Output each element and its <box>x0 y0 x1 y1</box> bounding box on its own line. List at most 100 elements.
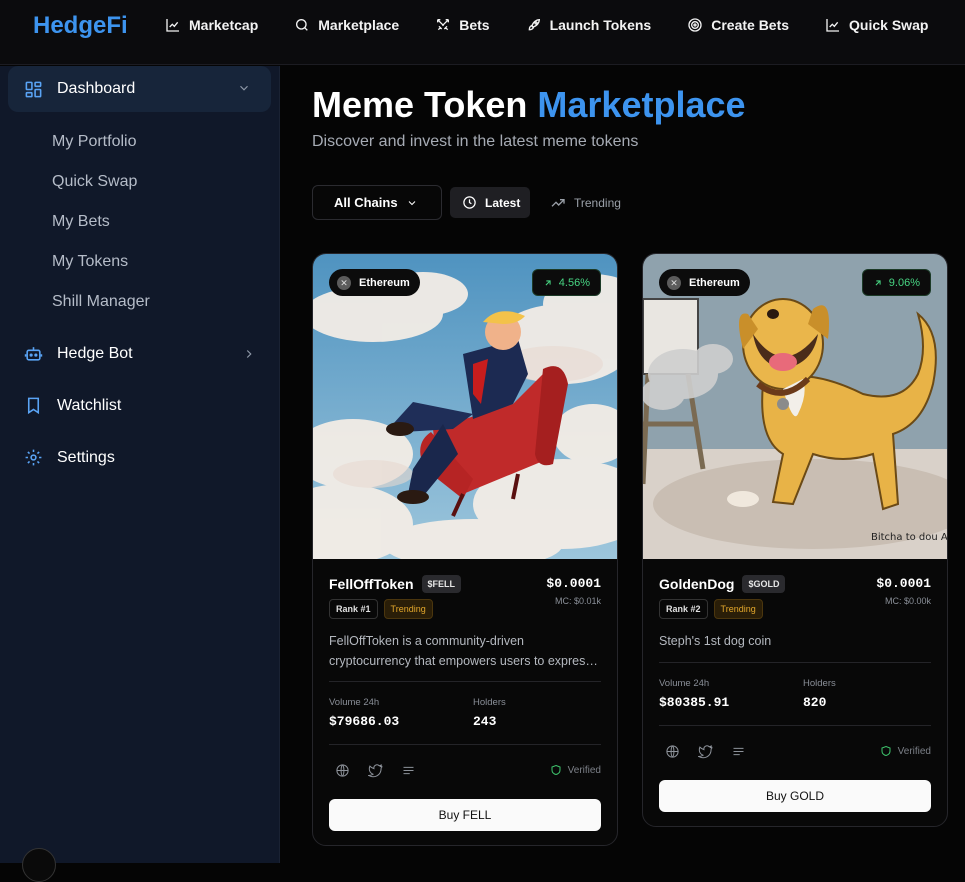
token-illustration <box>313 254 617 559</box>
price-change-badge: 9.06% <box>861 269 931 296</box>
trending-filter-label: Trending <box>574 195 621 210</box>
nav-launch-tokens[interactable]: Launch Tokens <box>526 17 651 33</box>
sidebar-item-shill-manager[interactable]: Shill Manager <box>52 293 150 311</box>
nav-marketplace[interactable]: Marketplace <box>294 17 399 33</box>
rocket-icon <box>528 18 540 31</box>
divider <box>659 725 931 726</box>
trending-up-icon <box>551 198 565 207</box>
chevron-right-icon <box>246 350 252 358</box>
buy-fell-button[interactable]: Buy FELL <box>329 799 601 831</box>
rank-badge: Rank #2 <box>659 599 708 619</box>
sidebar-item-my-tokens[interactable]: My Tokens <box>52 253 128 271</box>
ethereum-icon: ✕ <box>337 275 351 290</box>
holders-label: Holders <box>473 697 506 708</box>
verified-badge: Verified <box>880 745 931 757</box>
token-image: ✕ Ethereum 4.56% <box>313 254 617 559</box>
sidebar-item-my-bets[interactable]: My Bets <box>52 213 110 231</box>
token-name: FellOffToken <box>329 576 414 592</box>
token-marketcap: MC: $0.00k <box>884 596 931 606</box>
token-price: $0.0001 <box>876 576 931 591</box>
nav-quick-swap-label: Quick Swap <box>849 17 929 33</box>
chain-filter-dropdown[interactable]: All Chains <box>312 185 442 220</box>
sidebar-item-watchlist[interactable]: Watchlist <box>24 396 254 415</box>
rank-badge: Rank #1 <box>329 599 378 619</box>
sidebar: Dashboard My Portfolio Quick Swap My Bet… <box>0 66 280 882</box>
page-subtitle: Discover and invest in the latest meme t… <box>312 133 639 150</box>
chain-badge: ✕ Ethereum <box>659 269 750 296</box>
target-icon <box>688 18 702 32</box>
sidebar-item-my-portfolio[interactable]: My Portfolio <box>52 133 136 151</box>
sidebar-item-dashboard[interactable]: Dashboard <box>8 66 271 112</box>
volume-value: $79686.03 <box>329 714 400 729</box>
nav-create-bets[interactable]: Create Bets <box>687 17 789 33</box>
sidebar-item-settings-label: Settings <box>57 448 115 466</box>
token-card[interactable]: ✕ Ethereum 4.56% FellOffToken $FELL $0.0… <box>312 253 618 846</box>
nav-bets[interactable]: Bets <box>435 17 490 33</box>
token-card[interactable]: Bitcha to dou Alyxdgs- ✕ Ethereum 9.06% … <box>642 253 948 827</box>
token-description-line-2: cryptocurrency that empowers users to ex… <box>329 654 601 668</box>
trending-badge: Trending <box>713 599 763 619</box>
globe-icon[interactable] <box>665 744 680 759</box>
shield-check-icon <box>551 764 561 776</box>
social-links <box>335 763 416 778</box>
price-change-value: 9.06% <box>888 276 920 289</box>
sidebar-item-quick-swap[interactable]: Quick Swap <box>52 173 137 191</box>
token-name-row: GoldenDog $GOLD <box>659 575 786 593</box>
page-title: Meme Token Marketplace <box>312 84 746 126</box>
trending-badge: Trending <box>383 599 433 619</box>
page-title-accent: Marketplace <box>537 84 746 125</box>
verified-badge: Verified <box>550 764 601 776</box>
chart-line-icon <box>166 19 179 32</box>
brand-logo[interactable]: HedgeFi <box>33 12 128 40</box>
volume-label: Volume 24h <box>659 678 710 689</box>
ethereum-icon: ✕ <box>667 275 681 290</box>
sidebar-item-hedge-bot[interactable]: Hedge Bot <box>24 344 254 363</box>
nav-marketcap-label: Marketcap <box>189 17 259 33</box>
bookmark-icon <box>24 396 43 415</box>
twitter-icon[interactable] <box>368 763 383 778</box>
token-badges: Rank #1 Trending <box>329 599 433 619</box>
sidebar-item-settings[interactable]: Settings <box>24 448 254 467</box>
token-illustration: Bitcha to dou Alyxdgs- <box>643 254 947 559</box>
token-name: GoldenDog <box>659 576 735 592</box>
price-change-badge: 4.56% <box>531 269 601 296</box>
divider <box>329 744 601 745</box>
latest-filter-button[interactable]: Latest <box>450 187 530 218</box>
social-links <box>665 744 746 759</box>
menu-lines-icon[interactable] <box>731 744 746 759</box>
volume-value: $80385.91 <box>659 695 730 710</box>
avatar[interactable] <box>22 848 56 882</box>
token-name-row: FellOffToken $FELL <box>329 575 462 593</box>
nav-marketplace-label: Marketplace <box>318 17 400 33</box>
token-marketcap: MC: $0.01k <box>554 596 601 606</box>
main-nav: Marketcap Marketplace Bets Launch Tokens… <box>165 0 964 50</box>
chart-line-icon <box>826 19 840 32</box>
token-description-line-1: Steph's 1st dog coin <box>659 634 772 648</box>
nav-quick-swap[interactable]: Quick Swap <box>825 17 928 33</box>
nav-marketcap[interactable]: Marketcap <box>165 17 258 33</box>
volume-label: Volume 24h <box>329 697 380 708</box>
page-title-main: Meme Token <box>312 84 528 125</box>
trending-filter-button[interactable]: Trending <box>550 185 621 220</box>
main-content: Meme Token Marketplace Discover and inve… <box>281 66 965 863</box>
buy-gold-button[interactable]: Buy GOLD <box>659 780 931 812</box>
token-ticker: $FELL <box>421 575 462 593</box>
swords-icon <box>437 19 450 31</box>
token-ticker: $GOLD <box>742 575 786 593</box>
holders-value: 820 <box>803 695 827 710</box>
chevron-down-icon <box>408 200 415 205</box>
divider <box>659 662 931 663</box>
nav-create-bets-label: Create Bets <box>711 17 790 33</box>
globe-icon[interactable] <box>335 763 350 778</box>
holders-label: Holders <box>803 678 836 689</box>
menu-lines-icon[interactable] <box>401 763 416 778</box>
twitter-icon[interactable] <box>698 744 713 759</box>
gear-icon <box>24 448 43 467</box>
chain-filter-label: All Chains <box>334 195 398 210</box>
sidebar-item-hedge-bot-label: Hedge Bot <box>57 344 133 362</box>
token-description: Steph's 1st dog coin <box>659 631 931 651</box>
chain-badge-label: Ethereum <box>359 276 410 289</box>
top-nav-bar: HedgeFi Marketcap Marketplace Bets Launc… <box>0 0 965 65</box>
token-badges: Rank #2 Trending <box>659 599 763 619</box>
shield-check-icon <box>881 745 891 757</box>
